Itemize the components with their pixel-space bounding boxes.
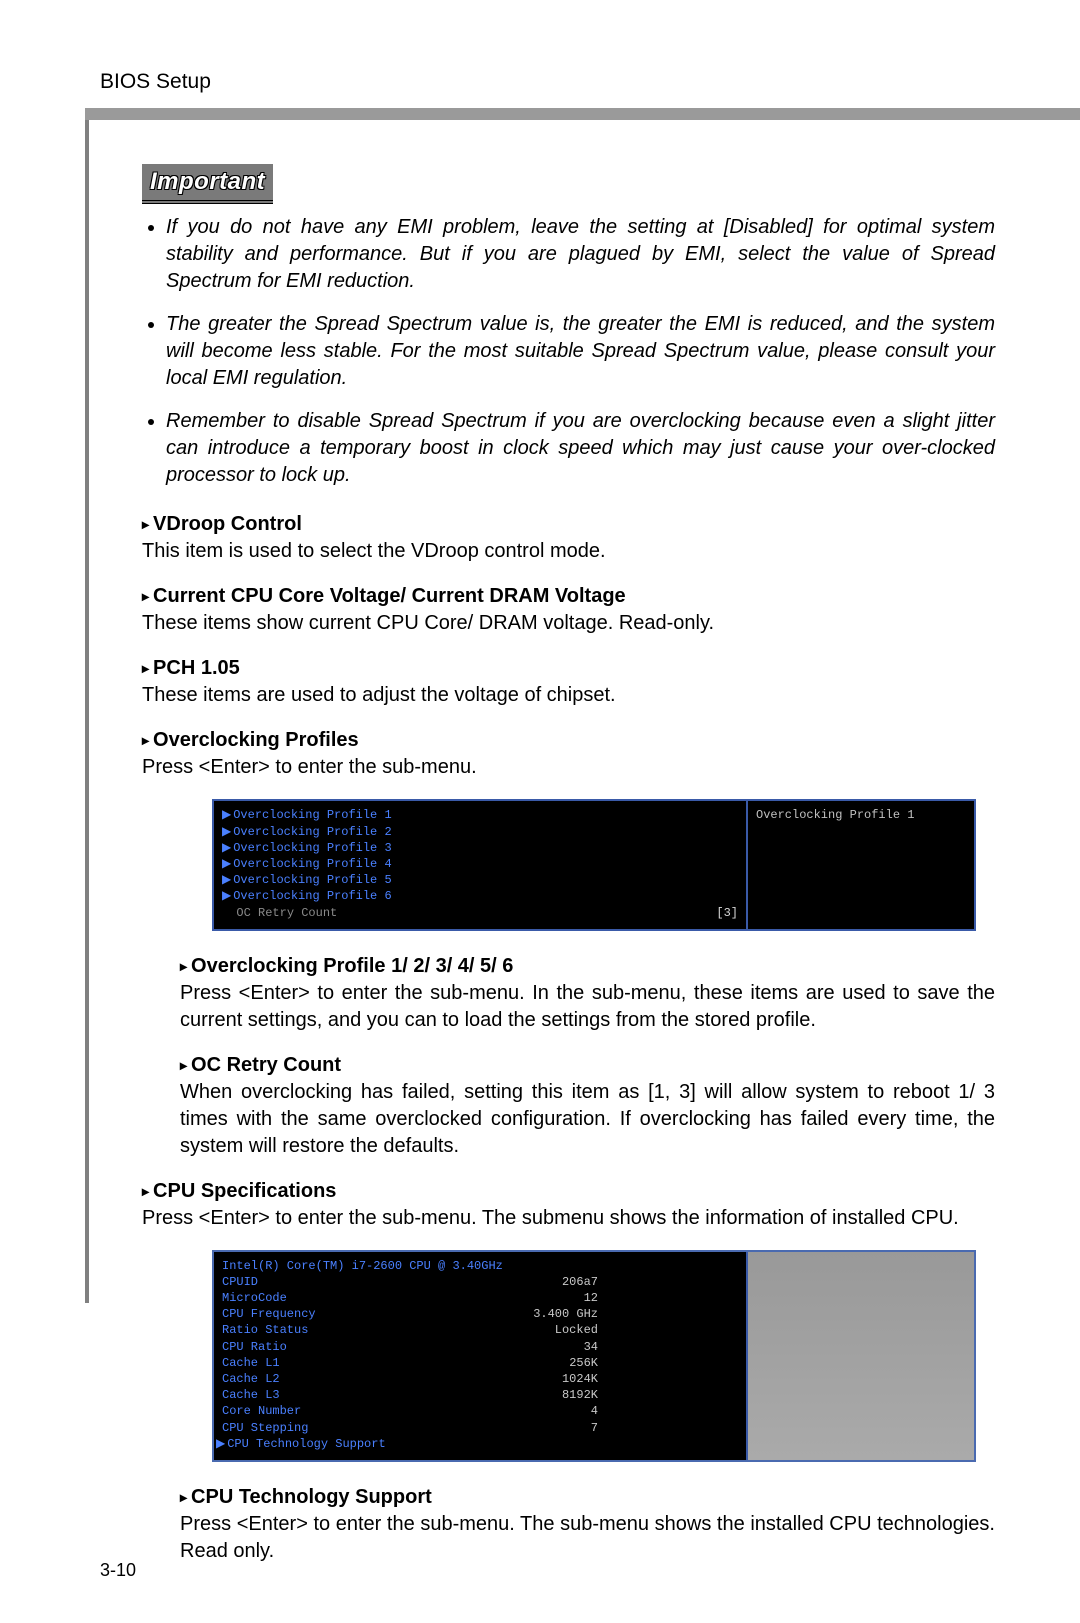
setting-desc: These items show current CPU Core/ DRAM … [142, 610, 995, 637]
bios-left-panel: Intel(R) Core(TM) i7-2600 CPU @ 3.40GHz … [214, 1252, 748, 1460]
bios-item: Overclocking Profile 2 [233, 824, 391, 840]
bios-spec-label: CPUID [222, 1274, 258, 1290]
bios-right-panel [748, 1252, 974, 1460]
bios-spec-label: Core Number [222, 1403, 301, 1419]
setting-pch: PCH 1.05 These items are used to adjust … [142, 655, 995, 709]
main-content: Important If you do not have any EMI pro… [142, 164, 995, 1565]
bios-item: Overclocking Profile 4 [233, 856, 391, 872]
setting-desc: This item is used to select the VDroop c… [142, 538, 995, 565]
bios-screenshot-cpu-spec: Intel(R) Core(TM) i7-2600 CPU @ 3.40GHz … [212, 1250, 976, 1462]
bios-item: Overclocking Profile 6 [233, 888, 391, 904]
bios-spec-label: CPU Frequency [222, 1306, 316, 1322]
bios-spec-value: 7 [591, 1420, 738, 1436]
setting-title: Overclocking Profiles [142, 727, 995, 754]
bios-spec-value: 1024K [562, 1371, 738, 1387]
setting-title: Current CPU Core Voltage/ Current DRAM V… [142, 583, 995, 610]
bios-item-label: OC Retry Count [222, 905, 337, 921]
bios-spec-label: Cache L2 [222, 1371, 280, 1387]
setting-voltage: Current CPU Core Voltage/ Current DRAM V… [142, 583, 995, 637]
page-number: 3-10 [100, 1560, 136, 1581]
important-note: If you do not have any EMI problem, leav… [166, 214, 995, 295]
bios-item: Overclocking Profile 3 [233, 840, 391, 856]
setting-title: PCH 1.05 [142, 655, 995, 682]
arrow-icon: ▶ [222, 840, 231, 856]
bios-spec-value: 12 [584, 1290, 738, 1306]
setting-cpu-technology-support: CPU Technology Support Press <Enter> to … [180, 1484, 995, 1565]
important-note: Remember to disable Spread Spectrum if y… [166, 408, 995, 489]
arrow-icon: ▶ [222, 856, 231, 872]
setting-desc: These items are used to adjust the volta… [142, 682, 995, 709]
bios-left-panel: ▶Overclocking Profile 1 ▶Overclocking Pr… [214, 801, 748, 928]
setting-oc-retry-count: OC Retry Count When overclocking has fai… [180, 1052, 995, 1160]
arrow-icon: ▶ [222, 807, 231, 823]
bios-spec-value: 256K [569, 1355, 738, 1371]
bios-spec-value: 3.400 GHz [533, 1306, 738, 1322]
setting-overclocking-profiles: Overclocking Profiles Press <Enter> to e… [142, 727, 995, 781]
setting-overclocking-profile-n: Overclocking Profile 1/ 2/ 3/ 4/ 5/ 6 Pr… [180, 953, 995, 1034]
bios-item-value: [3] [636, 905, 738, 921]
setting-title: Overclocking Profile 1/ 2/ 3/ 4/ 5/ 6 [180, 953, 995, 980]
setting-title: OC Retry Count [180, 1052, 995, 1079]
arrow-icon: ▶ [222, 888, 231, 904]
bios-spec-label: Cache L3 [222, 1387, 280, 1403]
bios-spec-value: Locked [555, 1322, 738, 1338]
bios-item: Overclocking Profile 1 [233, 807, 391, 823]
bios-spec-value: 4 [591, 1403, 738, 1419]
bios-spec-label: Cache L1 [222, 1355, 280, 1371]
setting-title: CPU Technology Support [180, 1484, 995, 1511]
important-notes-list: If you do not have any EMI problem, leav… [142, 214, 995, 489]
arrow-icon: ▶ [222, 824, 231, 840]
bios-spec-label: CPU Stepping [222, 1420, 308, 1436]
bios-right-panel: Overclocking Profile 1 [748, 801, 974, 928]
bios-spec-value: 206a7 [562, 1274, 738, 1290]
header-divider [85, 108, 1080, 120]
setting-desc: Press <Enter> to enter the sub-menu. In … [180, 980, 995, 1034]
bios-spec-value: 8192K [562, 1387, 738, 1403]
important-note: The greater the Spread Spectrum value is… [166, 311, 995, 392]
important-badge: Important [142, 164, 273, 204]
arrow-icon: ▶ [222, 872, 231, 888]
bios-screenshot-oc-profiles: ▶Overclocking Profile 1 ▶Overclocking Pr… [212, 799, 976, 930]
arrow-icon: ▶ [216, 1436, 225, 1452]
setting-vdroop: VDroop Control This item is used to sele… [142, 511, 995, 565]
page-section-title: BIOS Setup [100, 70, 995, 94]
document-page: BIOS Setup Important If you do not have … [0, 0, 1080, 1623]
bios-spec-value: 34 [584, 1339, 738, 1355]
setting-cpu-specifications: CPU Specifications Press <Enter> to ente… [142, 1178, 995, 1232]
bios-cpu-header: Intel(R) Core(TM) i7-2600 CPU @ 3.40GHz [222, 1258, 503, 1274]
bios-item: Overclocking Profile 5 [233, 872, 391, 888]
setting-desc: When overclocking has failed, setting th… [180, 1079, 995, 1160]
left-margin-rule [85, 120, 89, 1303]
setting-title: VDroop Control [142, 511, 995, 538]
setting-desc: Press <Enter> to enter the sub-menu. The… [142, 1205, 995, 1232]
bios-spec-label: MicroCode [222, 1290, 287, 1306]
setting-title: CPU Specifications [142, 1178, 995, 1205]
bios-spec-label: Ratio Status [222, 1322, 308, 1338]
setting-desc: Press <Enter> to enter the sub-menu. [142, 754, 995, 781]
setting-desc: Press <Enter> to enter the sub-menu. The… [180, 1511, 995, 1565]
bios-item: CPU Technology Support [227, 1436, 385, 1452]
bios-spec-label: CPU Ratio [222, 1339, 287, 1355]
bios-side-text: Overclocking Profile 1 [756, 807, 966, 823]
